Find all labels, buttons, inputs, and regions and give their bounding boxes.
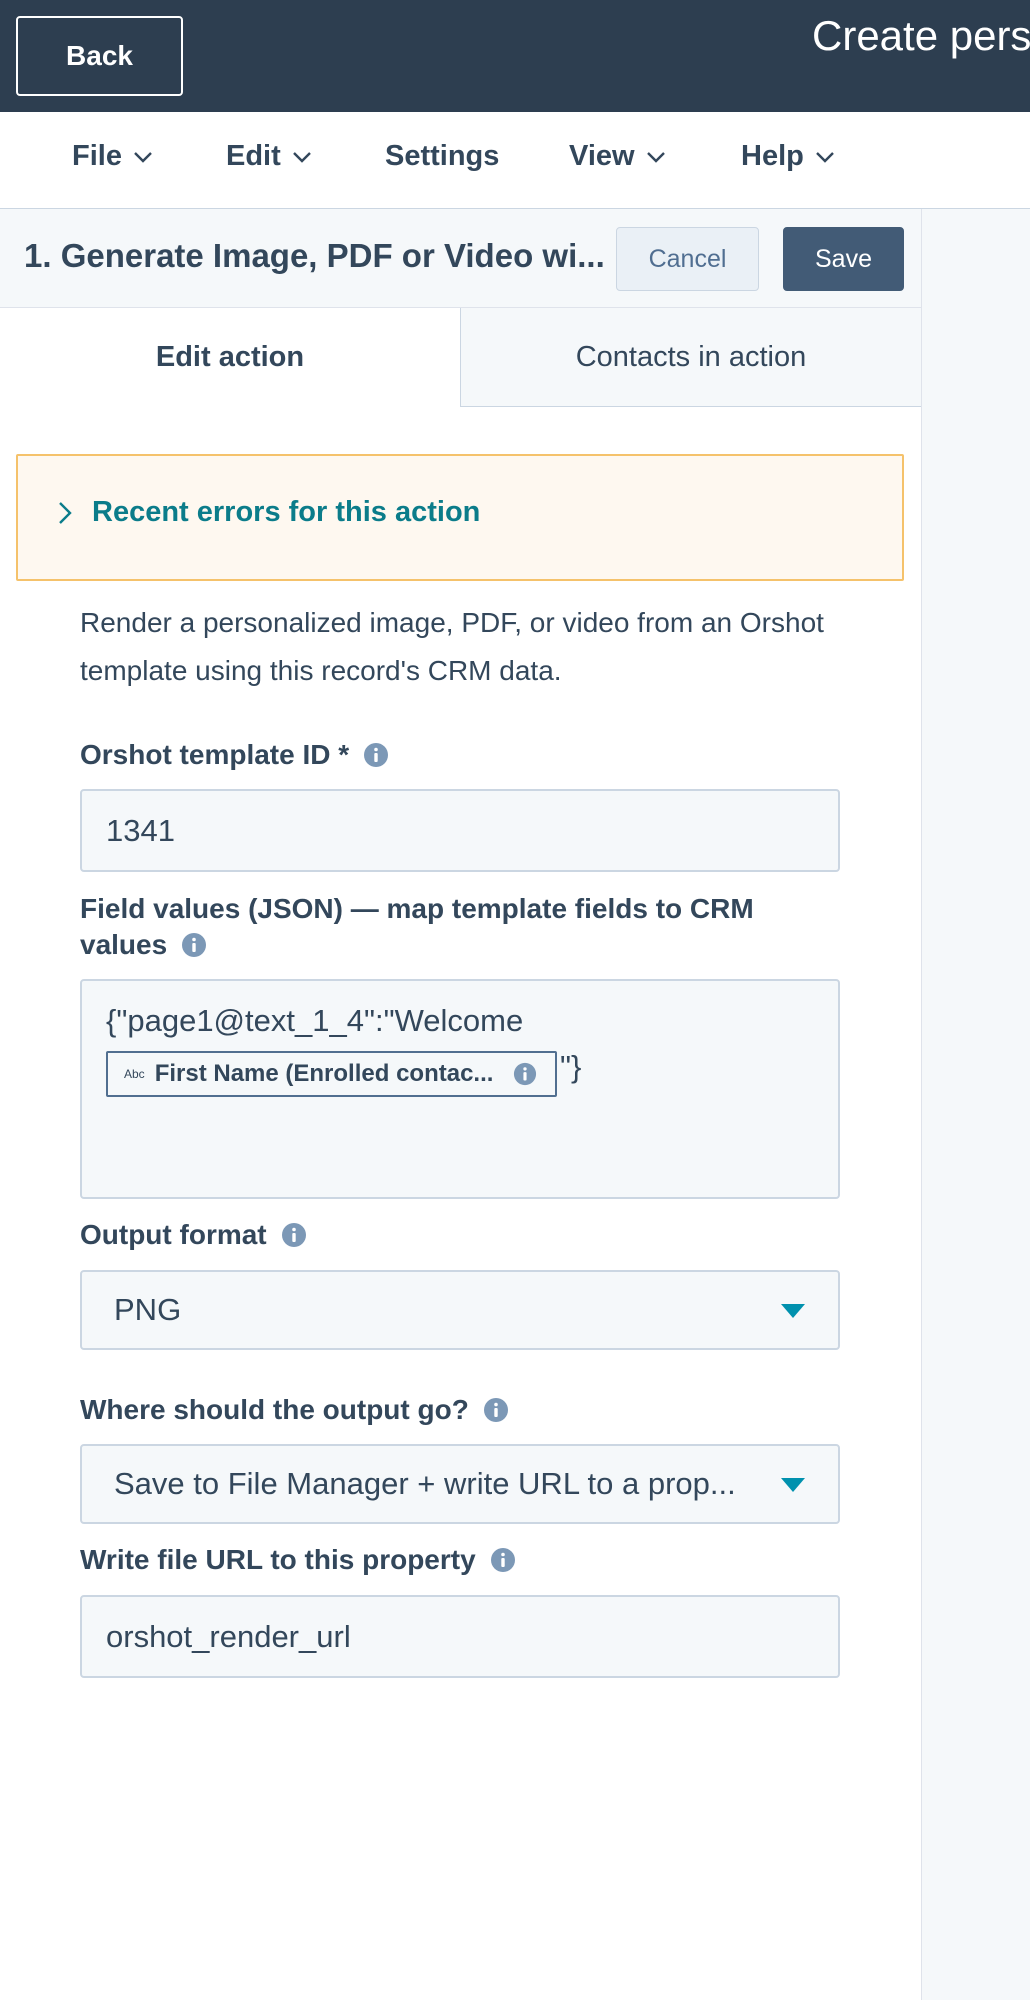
tab-contacts-label: Contacts in action: [575, 340, 807, 373]
save-button[interactable]: Save: [783, 227, 904, 291]
action-title: 1. Generate Image, PDF or Video wi...: [24, 237, 605, 274]
chevron-down-icon: [291, 146, 313, 168]
field-values-editor[interactable]: {"page1@text_1_4":"Welcome Abc First Nam…: [80, 979, 840, 1199]
url-property-label: Write file URL to this property: [80, 1542, 516, 1578]
info-icon[interactable]: [483, 1397, 509, 1423]
menu-view-label: View: [569, 140, 635, 172]
info-icon[interactable]: [363, 742, 389, 768]
back-button[interactable]: Back: [16, 16, 183, 96]
field-values-label: Field values (JSON) — map template field…: [80, 891, 840, 963]
json-text: {"page1@text_1_4":"Welcome: [106, 1003, 524, 1038]
url-property-label-text: Write file URL to this property: [80, 1544, 476, 1575]
output-format-select[interactable]: PNG: [80, 1270, 840, 1350]
template-id-label-text: Orshot template ID *: [80, 739, 350, 770]
chevron-right-icon: [54, 498, 76, 528]
chevron-down-icon: [645, 146, 667, 168]
panel-header: 1. Generate Image, PDF or Video wi... Ca…: [0, 209, 921, 308]
token-label: First Name (Enrolled contac...: [154, 1060, 494, 1087]
menu-edit[interactable]: Edit: [226, 140, 313, 173]
cancel-button[interactable]: Cancel: [616, 227, 759, 291]
menu-bar: File Edit Settings View Help: [0, 112, 1030, 209]
workflow-canvas: [921, 209, 1030, 2000]
output-format-label: Output format: [80, 1217, 307, 1253]
destination-label-text: Where should the output go?: [80, 1394, 469, 1425]
info-icon[interactable]: [181, 932, 207, 958]
chevron-down-icon: [132, 146, 154, 168]
action-panel: 1. Generate Image, PDF or Video wi... Ca…: [0, 209, 921, 2000]
url-property-input[interactable]: [80, 1595, 840, 1678]
template-id-label: Orshot template ID *: [80, 737, 389, 773]
recent-errors-text: Recent errors for this action: [92, 496, 481, 528]
menu-help-label: Help: [741, 140, 804, 172]
menu-edit-label: Edit: [226, 140, 281, 172]
destination-select[interactable]: Save to File Manager + write URL to a pr…: [80, 1444, 840, 1524]
caret-down-icon: [780, 1303, 806, 1319]
personalization-token[interactable]: Abc First Name (Enrolled contac...: [106, 1051, 557, 1097]
menu-file-label: File: [72, 140, 122, 172]
menu-file[interactable]: File: [72, 140, 154, 173]
output-format-label-text: Output format: [80, 1219, 267, 1250]
output-format-value: PNG: [114, 1292, 182, 1327]
recent-errors-alert[interactable]: Recent errors for this action: [16, 454, 904, 581]
tab-edit-action-label: Edit action: [155, 341, 305, 373]
destination-value: Save to File Manager + write URL to a pr…: [114, 1466, 736, 1501]
json-text-tail: "}: [560, 1049, 582, 1084]
menu-help[interactable]: Help: [741, 140, 836, 173]
menu-view[interactable]: View: [569, 140, 667, 173]
action-description: Render a personalized image, PDF, or vid…: [80, 607, 824, 686]
tab-contacts-in-action[interactable]: Contacts in action: [460, 308, 921, 407]
top-header-bar: Back Create perso: [0, 0, 1030, 112]
text-type-icon: Abc: [124, 1067, 145, 1081]
tab-edit-action[interactable]: Edit action: [0, 308, 460, 407]
menu-settings[interactable]: Settings: [385, 140, 499, 173]
menu-settings-label: Settings: [385, 140, 500, 172]
info-icon[interactable]: [281, 1222, 307, 1248]
info-icon[interactable]: [513, 1062, 537, 1086]
template-id-input[interactable]: [80, 789, 840, 872]
page-title: Create perso: [812, 12, 1030, 59]
destination-label: Where should the output go?: [80, 1392, 509, 1428]
info-icon[interactable]: [490, 1547, 516, 1573]
chevron-down-icon: [814, 146, 836, 168]
caret-down-icon: [780, 1477, 806, 1493]
